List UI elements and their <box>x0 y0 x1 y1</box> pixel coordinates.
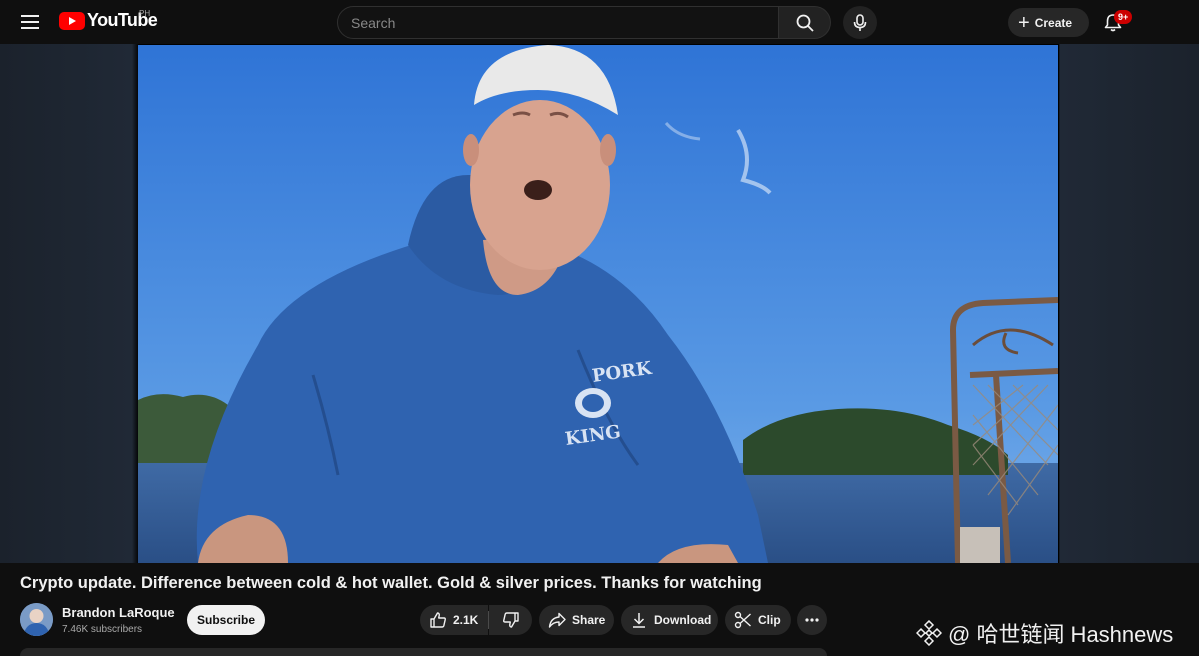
video-title: Crypto update. Difference between cold &… <box>20 574 762 592</box>
watermark-text: @ 哈世链闻 Hashnews <box>948 622 1174 647</box>
plus-icon: + <box>1018 11 1030 34</box>
channel-avatar[interactable] <box>20 603 53 636</box>
thumbs-up-icon <box>430 612 446 628</box>
create-button[interactable]: + Create <box>1008 8 1089 37</box>
masthead: YouTube PH + Create 9+ <box>0 0 1199 44</box>
share-icon <box>548 612 566 628</box>
search-button[interactable] <box>779 6 831 39</box>
thumbs-down-icon <box>502 612 519 628</box>
share-button[interactable]: Share <box>539 605 614 635</box>
guide-menu-button[interactable] <box>14 6 46 38</box>
search-input[interactable] <box>337 6 779 39</box>
video-player[interactable]: PORK KING <box>138 45 1058 563</box>
channel-name[interactable]: Brandon LaRoque <box>62 605 175 620</box>
scissors-icon <box>734 611 751 629</box>
download-button[interactable]: Download <box>621 605 718 635</box>
youtube-play-logo-icon <box>59 11 85 30</box>
watermark: @ 哈世链闻 Hashnews <box>916 617 1173 649</box>
subscribe-button[interactable]: Subscribe <box>187 605 265 635</box>
more-horizontal-icon <box>805 618 819 622</box>
video-frame: PORK KING <box>138 45 1058 563</box>
avatar-image <box>20 603 53 636</box>
description-box[interactable] <box>20 648 827 656</box>
search-icon <box>796 14 814 32</box>
more-actions-button[interactable] <box>797 605 827 635</box>
clip-label: Clip <box>758 613 781 627</box>
country-code: PH <box>139 9 151 18</box>
download-label: Download <box>654 613 712 627</box>
create-label: Create <box>1034 15 1073 30</box>
notification-count-badge: 9+ <box>1114 10 1133 24</box>
share-label: Share <box>572 613 606 627</box>
like-count: 2.1K <box>453 613 479 627</box>
microphone-icon <box>853 13 867 31</box>
subscriber-count: 7.46K subscribers <box>62 624 143 635</box>
clip-button[interactable]: Clip <box>725 605 791 635</box>
hamburger-menu-icon <box>21 15 39 29</box>
download-icon <box>633 613 645 628</box>
like-button[interactable]: 2.1K <box>420 605 488 635</box>
search-box <box>337 6 831 39</box>
voice-search-button[interactable] <box>843 6 877 39</box>
binance-diamond-icon <box>916 620 942 646</box>
dislike-button[interactable] <box>489 605 532 635</box>
